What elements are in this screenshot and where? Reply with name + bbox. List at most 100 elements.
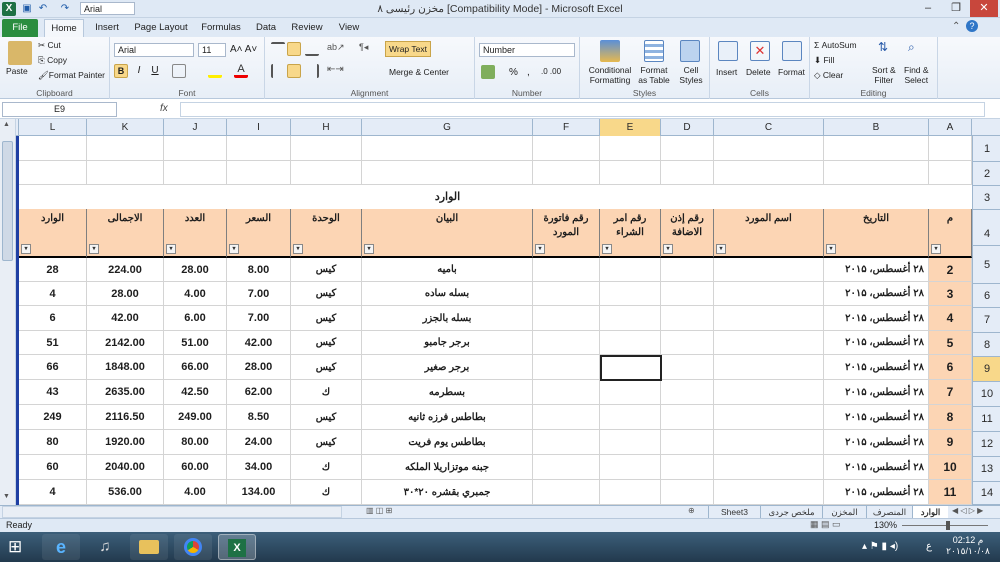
data-cell[interactable]: بسله بالجزر (362, 306, 533, 331)
filter-dropdown-icon[interactable]: ▾ (602, 244, 612, 254)
data-cell[interactable]: 4 (19, 480, 87, 505)
column-title[interactable]: العدد ▾ (164, 209, 227, 258)
minimize-button[interactable]: – (914, 0, 942, 17)
align-right-icon[interactable] (305, 64, 319, 78)
conditional-formatting-button[interactable]: Conditional Formatting (586, 65, 634, 85)
underline-button[interactable]: U (148, 64, 162, 78)
empty-cell[interactable] (929, 161, 972, 185)
data-cell[interactable]: بسطرمه (362, 380, 533, 405)
horizontal-scrollbar[interactable] (2, 506, 342, 518)
data-cell[interactable] (600, 455, 661, 480)
row-header-9[interactable]: 9 (973, 357, 1000, 382)
data-cell[interactable]: 2142.00 (87, 331, 164, 355)
italic-button[interactable]: I (132, 64, 146, 78)
windows-start-icon[interactable]: ⊞ (8, 538, 22, 555)
data-cell[interactable]: 2635.00 (87, 380, 164, 405)
orientation-icon[interactable]: ab↗ (327, 42, 345, 56)
data-cell[interactable]: 3 (929, 282, 972, 306)
column-header-k[interactable]: K (87, 119, 164, 136)
empty-cell[interactable] (19, 136, 87, 161)
insert-cells-button[interactable]: Insert (716, 67, 737, 77)
data-cell[interactable]: 51.00 (164, 331, 227, 355)
vertical-scrollbar[interactable]: ▲ ▼ (0, 119, 16, 505)
data-cell[interactable]: بطاطس يوم فريت (362, 430, 533, 455)
scroll-up-icon[interactable]: ▲ (3, 121, 10, 128)
close-button[interactable]: ✕ (970, 0, 998, 17)
data-cell[interactable]: 43 (19, 380, 87, 405)
column-title[interactable]: رقم إذن الاضافة ▾ (661, 209, 714, 258)
data-cell[interactable]: 66 (19, 355, 87, 380)
empty-cell[interactable] (714, 161, 824, 185)
filter-dropdown-icon[interactable]: ▾ (716, 244, 726, 254)
data-cell[interactable] (533, 258, 600, 282)
merge-center-button[interactable]: Merge & Center (389, 67, 449, 77)
find-select-button[interactable]: Find & Select (904, 65, 929, 85)
column-title[interactable]: التاريخ ▾ (824, 209, 929, 258)
indent-icon[interactable]: ⇤⇥ (327, 64, 344, 78)
data-cell[interactable] (600, 306, 661, 331)
data-cell[interactable]: 51 (19, 331, 87, 355)
data-cell[interactable] (714, 430, 824, 455)
data-cell[interactable]: 10 (929, 455, 972, 480)
paste-icon[interactable] (8, 41, 32, 65)
restore-button[interactable]: ❐ (942, 0, 970, 17)
empty-cell[interactable] (164, 161, 227, 185)
data-cell[interactable]: كيس (291, 405, 362, 430)
empty-cell[interactable] (227, 136, 291, 161)
clear-button[interactable]: ◇ Clear (814, 70, 843, 81)
column-title[interactable]: السعر ▾ (227, 209, 291, 258)
sheet-view-icons[interactable]: ▥ ◫ ⊞ (366, 506, 392, 515)
align-bottom-icon[interactable] (305, 42, 319, 56)
number-format-select[interactable]: Number (479, 43, 575, 57)
data-cell[interactable]: ۲۸ أغسطس، ۲۰۱۵ (824, 355, 929, 380)
font-name-select[interactable]: Arial (114, 43, 194, 57)
filter-dropdown-icon[interactable]: ▾ (166, 244, 176, 254)
file-explorer-icon[interactable] (130, 534, 168, 560)
align-center-icon[interactable] (287, 64, 301, 78)
data-cell[interactable] (600, 380, 661, 405)
data-cell[interactable]: 134.00 (227, 480, 291, 505)
row-header-12[interactable]: 12 (973, 432, 1000, 457)
data-cell[interactable] (533, 355, 600, 380)
data-cell[interactable]: جبنه موتزاريلا الملكه (362, 455, 533, 480)
formula-input[interactable] (180, 102, 985, 117)
data-cell[interactable]: 224.00 (87, 258, 164, 282)
conditional-formatting-icon[interactable] (600, 40, 620, 62)
data-cell[interactable]: 28.00 (227, 355, 291, 380)
empty-cell[interactable] (87, 136, 164, 161)
data-cell[interactable]: ۲۸ أغسطس، ۲۰۱۵ (824, 480, 929, 505)
language-indicator[interactable]: ع (926, 541, 932, 552)
borders-icon[interactable] (172, 64, 186, 78)
column-header-h[interactable]: H (291, 119, 362, 136)
fx-icon[interactable]: fx (160, 103, 168, 114)
filter-dropdown-icon[interactable]: ▾ (535, 244, 545, 254)
empty-cell[interactable] (362, 161, 533, 185)
data-cell[interactable]: 7.00 (227, 306, 291, 331)
column-title[interactable]: رقم امر الشراء ▾ (600, 209, 661, 258)
column-header-f[interactable]: F (533, 119, 600, 136)
data-cell[interactable]: 4.00 (164, 282, 227, 306)
data-cell[interactable]: 28 (19, 258, 87, 282)
data-cell[interactable] (714, 258, 824, 282)
grow-font-icon[interactable]: A˄ A˅ (230, 44, 257, 55)
empty-cell[interactable] (291, 136, 362, 161)
insert-cells-icon[interactable] (718, 41, 738, 61)
data-cell[interactable]: 62.00 (227, 380, 291, 405)
row-header-4[interactable]: 4 (973, 210, 1000, 246)
font-size-select[interactable]: 11 (198, 43, 226, 57)
empty-cell[interactable] (929, 136, 972, 161)
data-cell[interactable] (661, 355, 714, 380)
row-header-3[interactable]: 3 (973, 186, 1000, 210)
data-cell[interactable] (661, 480, 714, 505)
data-cell[interactable]: 42.00 (227, 331, 291, 355)
filter-dropdown-icon[interactable]: ▾ (663, 244, 673, 254)
fill-color-icon[interactable] (208, 64, 222, 78)
data-cell[interactable]: 60 (19, 455, 87, 480)
align-top-icon[interactable] (271, 42, 285, 56)
fill-button[interactable]: ⬇ Fill (814, 55, 834, 66)
tab-data[interactable]: Data (250, 19, 282, 37)
row-header-7[interactable]: 7 (973, 308, 1000, 333)
data-cell[interactable]: 2 (929, 258, 972, 282)
data-cell[interactable]: 66.00 (164, 355, 227, 380)
help-icon[interactable]: ? (966, 20, 978, 32)
